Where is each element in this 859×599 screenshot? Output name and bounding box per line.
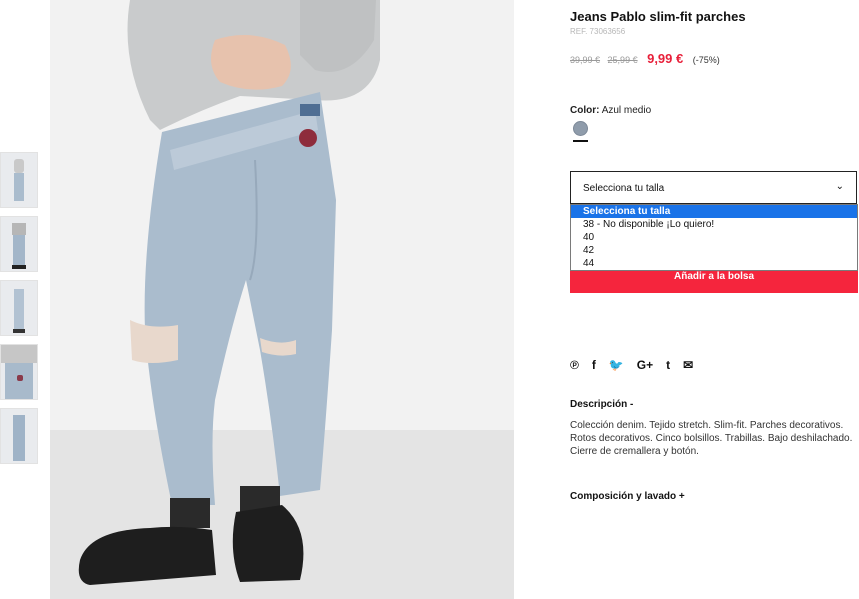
discount-badge: (-75%) — [692, 55, 720, 65]
size-select-label: Selecciona tu talla — [583, 183, 665, 194]
current-price: 9,99 € — [647, 51, 684, 66]
size-select[interactable]: Selecciona tu talla ⌄ — [570, 171, 857, 204]
thumbnail-2[interactable] — [0, 216, 38, 272]
size-option-42[interactable]: 42 — [571, 244, 857, 257]
composition-toggle[interactable]: Composición y lavado + — [570, 491, 685, 502]
email-icon[interactable]: ✉ — [683, 358, 693, 372]
size-option-44[interactable]: 44 — [571, 257, 857, 270]
size-option-38[interactable]: 38 - No disponible ¡Lo quiero! — [571, 218, 857, 231]
size-dropdown[interactable]: Selecciona tu talla 38 - No disponible ¡… — [570, 204, 858, 271]
chevron-down-icon: ⌄ — [835, 181, 844, 192]
pinterest-icon[interactable]: ℗ — [570, 358, 579, 372]
thumbnail-1[interactable] — [0, 152, 38, 208]
product-title: Jeans Pablo slim-fit parches — [570, 9, 746, 24]
swatch-selected-indicator — [573, 140, 588, 142]
share-icons: ℗ f 🐦 G+ t ✉ — [570, 357, 706, 373]
add-to-bag-label: Añadir a la bolsa — [673, 271, 755, 282]
product-reference: REF. 73063656 — [570, 27, 626, 36]
facebook-icon[interactable]: f — [592, 358, 596, 372]
product-main-image — [50, 0, 514, 599]
thumbnail-4[interactable] — [0, 344, 38, 400]
size-option-placeholder[interactable]: Selecciona tu talla — [571, 205, 857, 218]
price-row: 39,99 € 25,99 € 9,99 € (-75%) — [570, 51, 720, 66]
color-value: Azul medio — [601, 105, 652, 116]
model-photo — [50, 0, 514, 599]
twitter-icon[interactable]: 🐦 — [609, 358, 624, 372]
color-label: Color: — [570, 105, 600, 116]
description-text: Colección denim. Tejido stretch. Slim-fi… — [570, 420, 853, 457]
original-price: 39,99 € — [570, 55, 601, 65]
previous-price: 25,99 € — [607, 55, 638, 65]
google-plus-icon[interactable]: G+ — [637, 358, 653, 372]
thumbnail-strip — [0, 152, 38, 472]
color-row: Color: Azul medio — [570, 105, 651, 116]
tumblr-icon[interactable]: t — [666, 358, 670, 372]
description-toggle[interactable]: Descripción - — [570, 399, 633, 410]
thumbnail-3[interactable] — [0, 280, 38, 336]
color-swatch[interactable] — [573, 121, 588, 136]
thumbnail-5[interactable] — [0, 408, 38, 464]
size-option-40[interactable]: 40 — [571, 231, 857, 244]
